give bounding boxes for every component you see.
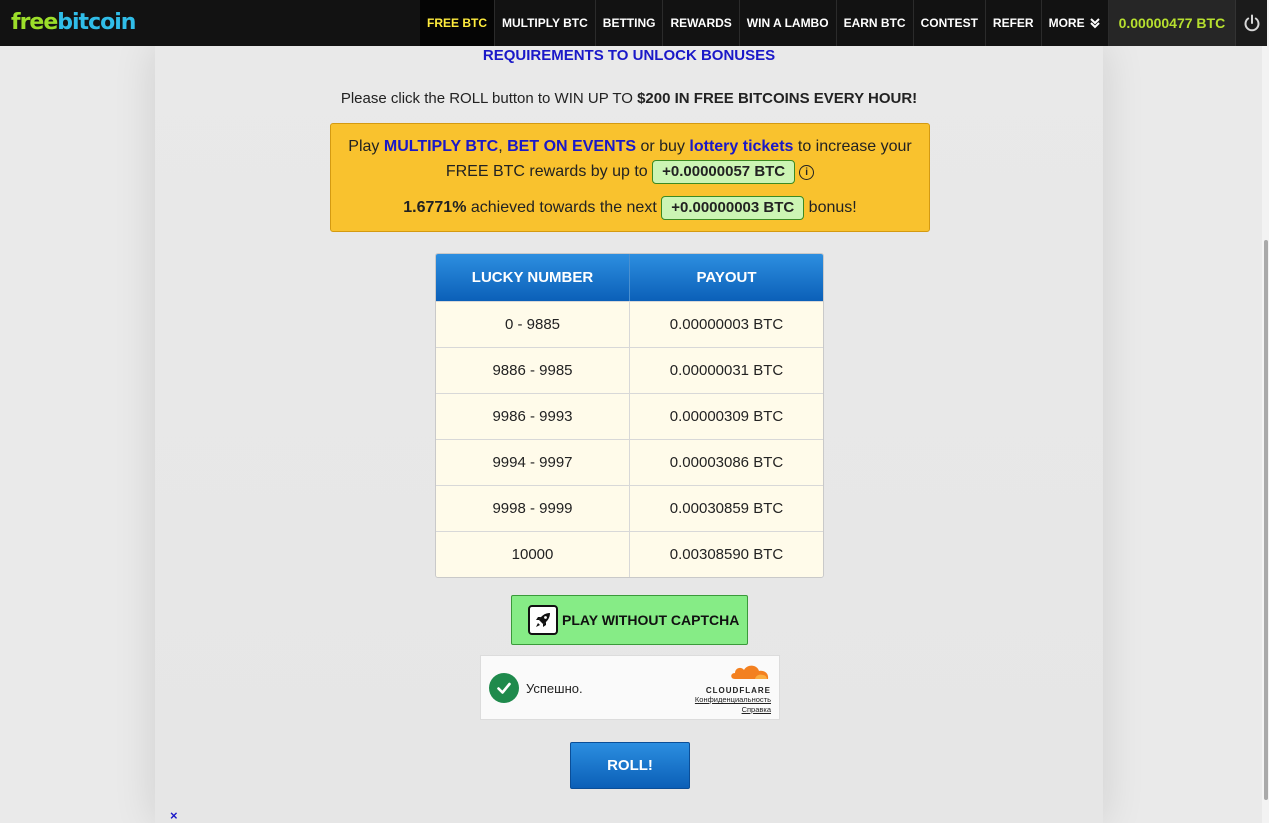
freebitcoin-logo[interactable]: freebitcoin [11,8,136,38]
nav-free-btc[interactable]: FREE BTC [420,0,495,46]
lucky-number-cell: 9998 - 9999 [436,486,630,531]
info-icon[interactable]: i [799,164,815,180]
bonus-achieved-text: achieved towards the next [466,199,662,217]
bonus-line-3: 1.6771% achieved towards the next +0.000… [331,196,929,220]
table-row: 10000 0.00308590 BTC [436,531,823,577]
logo-part-free: free [11,10,58,35]
nav-rewards[interactable]: REWARDS [663,0,740,46]
payout-cell: 0.00308590 BTC [669,546,784,563]
cloudflare-cloud-icon [731,665,769,679]
lottery-tickets-link[interactable]: lottery tickets [689,138,793,155]
play-without-captcha-button[interactable]: PLAY WITHOUT CAPTCHA [511,595,748,645]
lucky-number-cell: 10000 [436,532,630,577]
multiply-btc-link[interactable]: MULTIPLY BTC [384,138,498,155]
intro-text-plain: Please click the ROLL button to WIN UP T… [340,90,638,107]
max-bonus-badge: +0.00000057 BTC [652,160,796,184]
bonus-comma: , [498,138,508,155]
balance-display: 0.00000477 BTC [1108,0,1236,46]
cloudflare-brand: CLOUDFLARE [705,686,771,695]
table-row: 9886 - 9985 0.00000031 BTC [436,347,823,393]
bonus-progress-percent: 1.6771% [403,199,467,217]
lucky-number-cell: 9994 - 9997 [436,440,630,485]
bonus-word-text: bonus! [804,199,857,217]
bonus-info-box: Play MULTIPLY BTC, BET ON EVENTS or buy … [330,123,930,232]
main-nav: FREE BTC MULTIPLY BTC BETTING REWARDS WI… [420,0,1268,46]
lucky-number-cell: 9886 - 9985 [436,348,630,393]
payout-cell: 0.00003086 BTC [669,454,784,471]
intro-text-bold: $200 IN FREE BITCOINS EVERY HOUR! [637,90,918,107]
double-chevron-down-icon [1089,18,1100,29]
cloudflare-help-link[interactable]: Справка [695,705,771,715]
payout-table: LUCKY NUMBER PAYOUT 0 - 9885 0.00000003 … [435,253,824,578]
success-check-icon [489,673,519,703]
payout-cell: 0.00000003 BTC [669,316,784,333]
logout-button[interactable] [1235,0,1268,46]
free-btc-panel: REQUIREMENTS TO UNLOCK BONUSES Please cl… [155,46,1103,823]
bonus-increase-text: to increase your [793,138,912,155]
table-row: 9986 - 9993 0.00000309 BTC [436,393,823,439]
payout-cell: 0.00000031 BTC [669,362,784,379]
nav-more-label: MORE [1048,16,1085,30]
logo-part-bitcoin: bitcoin [57,10,136,35]
table-row: 9998 - 9999 0.00030859 BTC [436,485,823,531]
bonus-or-buy-text: or buy [636,138,690,155]
lucky-number-cell: 9986 - 9993 [436,394,630,439]
top-navigation-bar: freebitcoin FREE BTC MULTIPLY BTC BETTIN… [0,0,1268,46]
close-ad-button[interactable]: × [170,808,178,823]
bet-on-events-link[interactable]: BET ON EVENTS [507,138,636,155]
cloudflare-status-text: Успешно. [526,681,583,696]
nav-betting[interactable]: BETTING [596,0,664,46]
nav-more[interactable]: MORE [1042,0,1109,46]
rocket-icon [528,605,558,635]
requirements-link[interactable]: REQUIREMENTS TO UNLOCK BONUSES [155,46,1103,66]
bonus-play-text: Play [348,138,384,155]
next-bonus-badge: +0.00000003 BTC [661,196,805,220]
lucky-number-cell: 0 - 9885 [436,302,630,347]
roll-button[interactable]: ROLL! [570,742,690,789]
nav-contest[interactable]: CONTEST [914,0,986,46]
header-lucky-number: LUCKY NUMBER [436,254,630,301]
payout-table-header: LUCKY NUMBER PAYOUT [436,254,823,301]
scrollbar-thumb[interactable] [1264,240,1268,800]
nav-refer[interactable]: REFER [986,0,1042,46]
bonus-rewards-text: FREE BTC rewards by up to [445,163,653,181]
payout-cell: 0.00030859 BTC [669,500,784,517]
header-payout: PAYOUT [696,269,757,286]
intro-text: Please click the ROLL button to WIN UP T… [155,90,1103,107]
cloudflare-logo-block: CLOUDFLARE Конфиденциальность Справка [695,662,771,715]
table-row: 0 - 9885 0.00000003 BTC [436,301,823,347]
cloudflare-privacy-link[interactable]: Конфиденциальность [695,695,771,705]
nav-win-a-lambo[interactable]: WIN A LAMBO [740,0,837,46]
nav-multiply-btc[interactable]: MULTIPLY BTC [495,0,596,46]
bonus-line-2: FREE BTC rewards by up to +0.00000057 BT… [331,160,929,184]
nav-earn-btc[interactable]: EARN BTC [837,0,914,46]
page-scrollbar[interactable] [1262,0,1269,823]
play-without-captcha-label: PLAY WITHOUT CAPTCHA [562,612,740,628]
payout-cell: 0.00000309 BTC [669,408,784,425]
power-icon [1244,14,1260,32]
cloudflare-turnstile-widget[interactable]: Успешно. CLOUDFLARE Конфиденциальность С… [480,655,780,720]
table-row: 9994 - 9997 0.00003086 BTC [436,439,823,485]
bonus-line-1: Play MULTIPLY BTC, BET ON EVENTS or buy … [331,136,929,158]
